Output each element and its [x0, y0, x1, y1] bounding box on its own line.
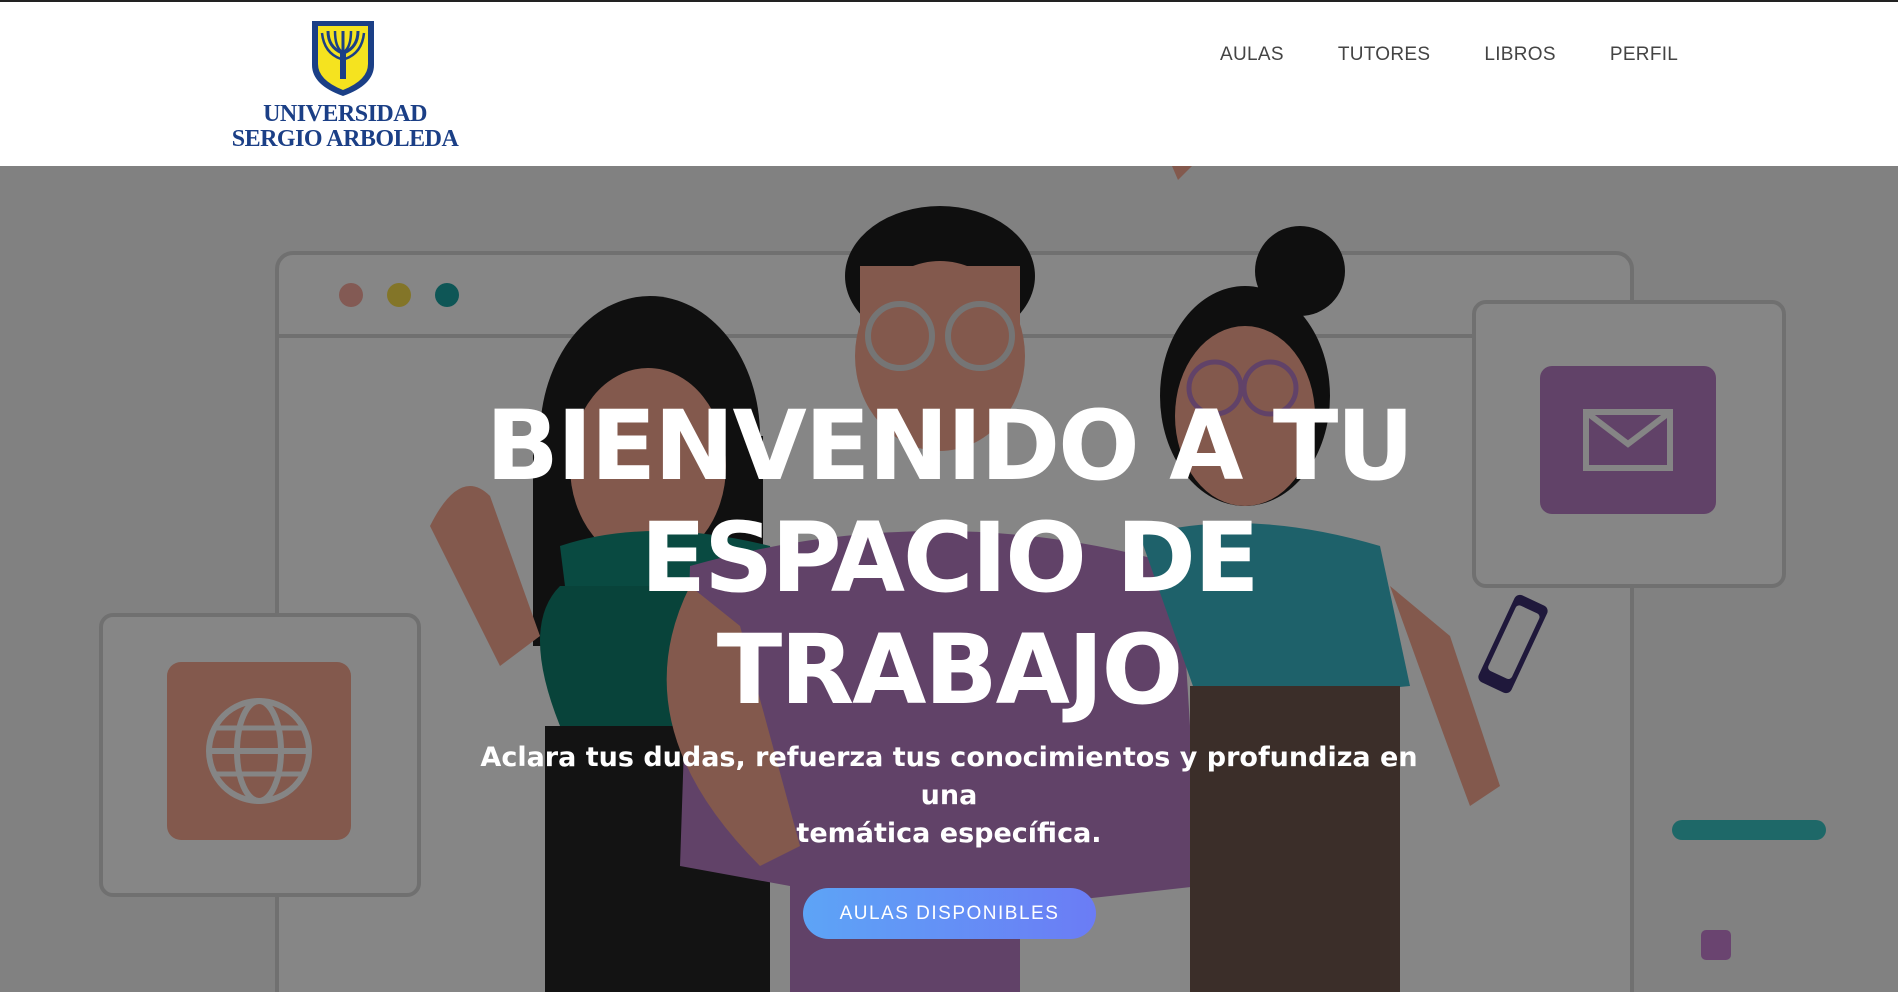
hero-subtitle: Aclara tus dudas, refuerza tus conocimie…: [449, 739, 1449, 853]
nav-item-tutores[interactable]: TUTORES: [1338, 44, 1431, 74]
hero-title: BIENVENIDO A TU ESPACIO DE TRABAJO: [449, 390, 1449, 726]
brand-name-line2: SERGIO ARBOLEDA: [231, 126, 459, 152]
shield-tree-icon: [308, 19, 378, 97]
hero-title-line2: ESPACIO DE: [640, 502, 1259, 614]
hero-title-line3: TRABAJO: [716, 614, 1183, 726]
hero-title-line1: BIENVENIDO A TU: [485, 390, 1415, 502]
brand-name-line1: UNIVERSIDAD: [263, 101, 427, 127]
nav-item-perfil[interactable]: PERFIL: [1610, 44, 1678, 74]
aulas-disponibles-button[interactable]: AULAS DISPONIBLES: [803, 888, 1096, 939]
hero-banner: BIENVENIDO A TU ESPACIO DE TRABAJO Aclar…: [0, 166, 1898, 992]
hero-subtitle-line2: temática específica.: [796, 818, 1102, 849]
nav-item-libros[interactable]: LIBROS: [1484, 44, 1556, 74]
nav-item-aulas[interactable]: AULAS: [1220, 44, 1284, 74]
main-nav: AULAS TUTORES LIBROS PERFIL: [1220, 44, 1732, 74]
navbar: UNIVERSIDAD SERGIO ARBOLEDA AULAS TUTORE…: [0, 2, 1898, 166]
brand-logo-link[interactable]: UNIVERSIDAD SERGIO ARBOLEDA: [230, 19, 460, 154]
hero-subtitle-line1: Aclara tus dudas, refuerza tus conocimie…: [480, 742, 1418, 811]
